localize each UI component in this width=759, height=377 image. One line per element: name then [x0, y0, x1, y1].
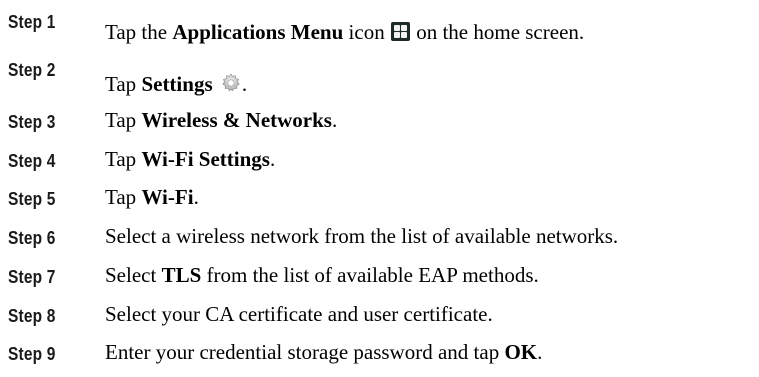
step-label: Step 1 — [8, 12, 56, 32]
step-instruction: Select your CA certificate and user cert… — [105, 302, 493, 326]
step-instruction: Select a wireless network from the list … — [105, 224, 619, 248]
step-instruction: Tap the Applications Menu icon on the ho… — [105, 20, 585, 44]
step-label: Step 8 — [8, 306, 56, 326]
settings-gear-icon — [222, 73, 240, 92]
settings-label: Settings — [141, 72, 213, 96]
step-label: Step 6 — [8, 228, 56, 248]
step-instruction: Tap Wi-Fi Settings. — [105, 147, 276, 171]
step-instruction: Enter your credential storage password a… — [105, 340, 543, 364]
step-instruction: Tap Wireless & Networks. — [105, 108, 338, 132]
step-instruction: Tap Wi-Fi. — [105, 185, 199, 209]
step-label: Step 9 — [8, 344, 56, 364]
step-instruction: Select TLS from the list of available EA… — [105, 263, 539, 287]
step-label: Step 7 — [8, 267, 56, 287]
step-label: Step 4 — [8, 151, 56, 171]
step-label: Step 5 — [8, 189, 56, 209]
procedure-steps: Step 1 Tap the Applications Menu icon on… — [0, 0, 759, 377]
applications-menu-label: Applications Menu — [172, 20, 344, 44]
step-label: Step 3 — [8, 112, 56, 132]
applications-menu-icon — [390, 22, 410, 41]
step-label: Step 2 — [8, 60, 56, 80]
step-instruction: Tap Settings . — [105, 72, 248, 96]
